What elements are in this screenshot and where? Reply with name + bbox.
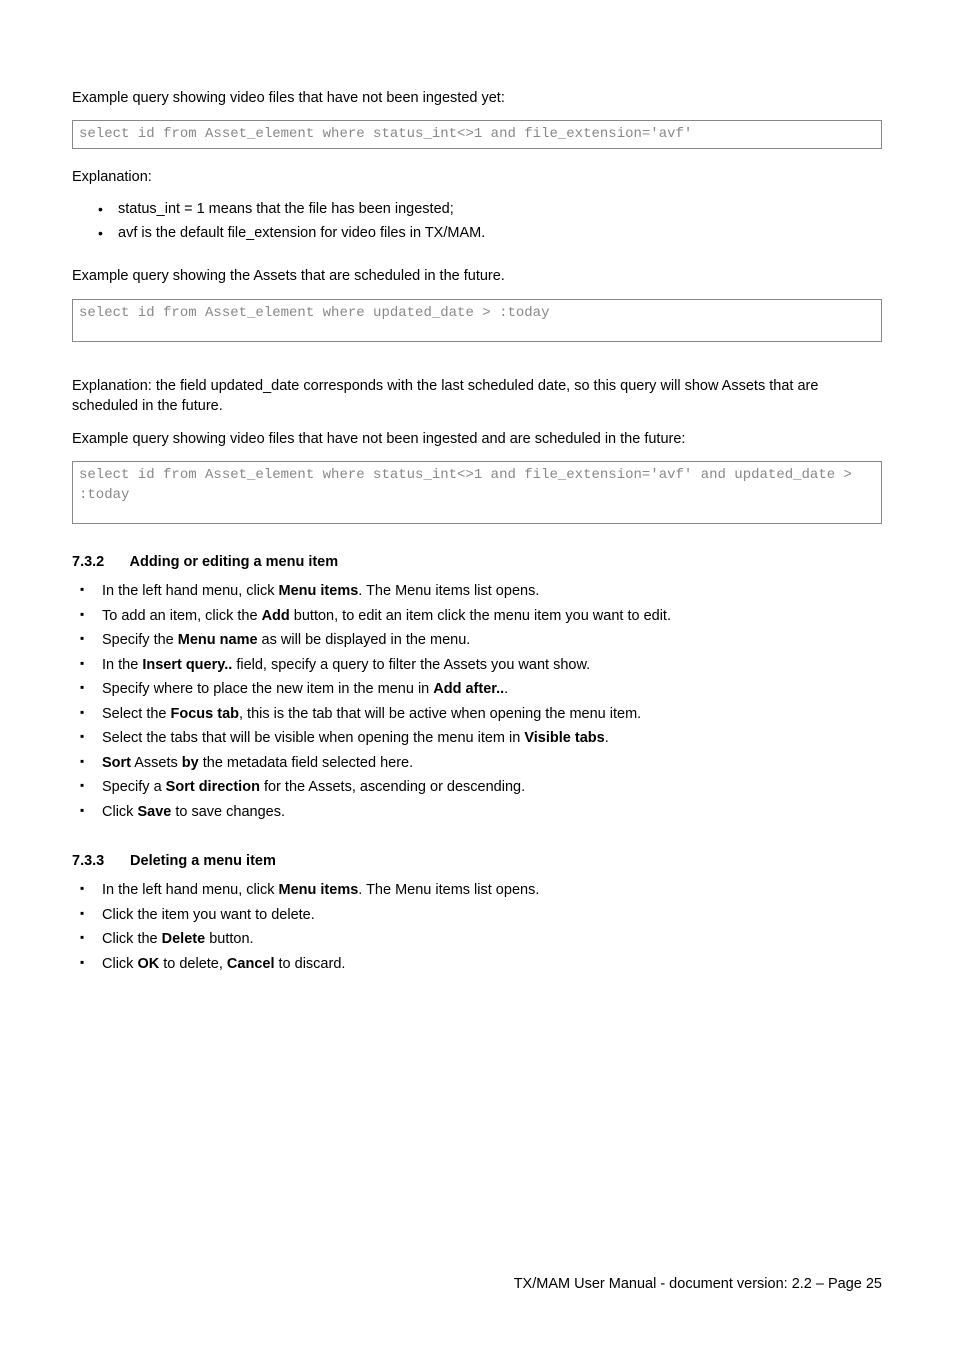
list-item: In the left hand menu, click Menu items.… — [72, 879, 882, 901]
list-item: Click Save to save changes. — [72, 801, 882, 823]
paragraph: Example query showing video files that h… — [72, 429, 882, 449]
section-title: Deleting a menu item — [130, 853, 276, 869]
explanation-label: Explanation: — [72, 167, 882, 187]
list-item: Specify a Sort direction for the Assets,… — [72, 776, 882, 798]
paragraph: Example query showing the Assets that ar… — [72, 266, 882, 286]
list-item: Specify the Menu name as will be display… — [72, 629, 882, 651]
section-heading: 7.3.3 Deleting a menu item — [72, 853, 882, 869]
list-item: To add an item, click the Add button, to… — [72, 605, 882, 627]
section-title: Adding or editing a menu item — [130, 554, 339, 570]
code-block-2: select id from Asset_element where updat… — [72, 299, 882, 342]
list-item: Click OK to delete, Cancel to discard. — [72, 953, 882, 975]
code-block-1: select id from Asset_element where statu… — [72, 120, 882, 148]
list-item: status_int = 1 means that the file has b… — [72, 199, 882, 221]
list-item: Select the Focus tab, this is the tab th… — [72, 703, 882, 725]
bullet-list-circle: status_int = 1 means that the file has b… — [72, 199, 882, 245]
list-item: Sort Assets by the metadata field select… — [72, 752, 882, 774]
list-item: avf is the default file_extension for vi… — [72, 223, 882, 245]
list-item: Click the item you want to delete. — [72, 904, 882, 926]
list-item: In the Insert query.. field, specify a q… — [72, 654, 882, 676]
page-footer: TX/MAM User Manual - document version: 2… — [514, 1276, 882, 1292]
paragraph: Example query showing video files that h… — [72, 88, 882, 108]
list-item: Specify where to place the new item in t… — [72, 678, 882, 700]
bullet-list-square: In the left hand menu, click Menu items.… — [72, 580, 882, 823]
section-heading: 7.3.2 Adding or editing a menu item — [72, 554, 882, 570]
section-number: 7.3.3 — [72, 853, 126, 869]
code-block-3: select id from Asset_element where statu… — [72, 461, 882, 525]
list-item: In the left hand menu, click Menu items.… — [72, 580, 882, 602]
paragraph: Explanation: the field updated_date corr… — [72, 376, 882, 417]
section-number: 7.3.2 — [72, 554, 126, 570]
list-item: Select the tabs that will be visible whe… — [72, 727, 882, 749]
list-item: Click the Delete button. — [72, 928, 882, 950]
bullet-list-square: In the left hand menu, click Menu items.… — [72, 879, 882, 975]
